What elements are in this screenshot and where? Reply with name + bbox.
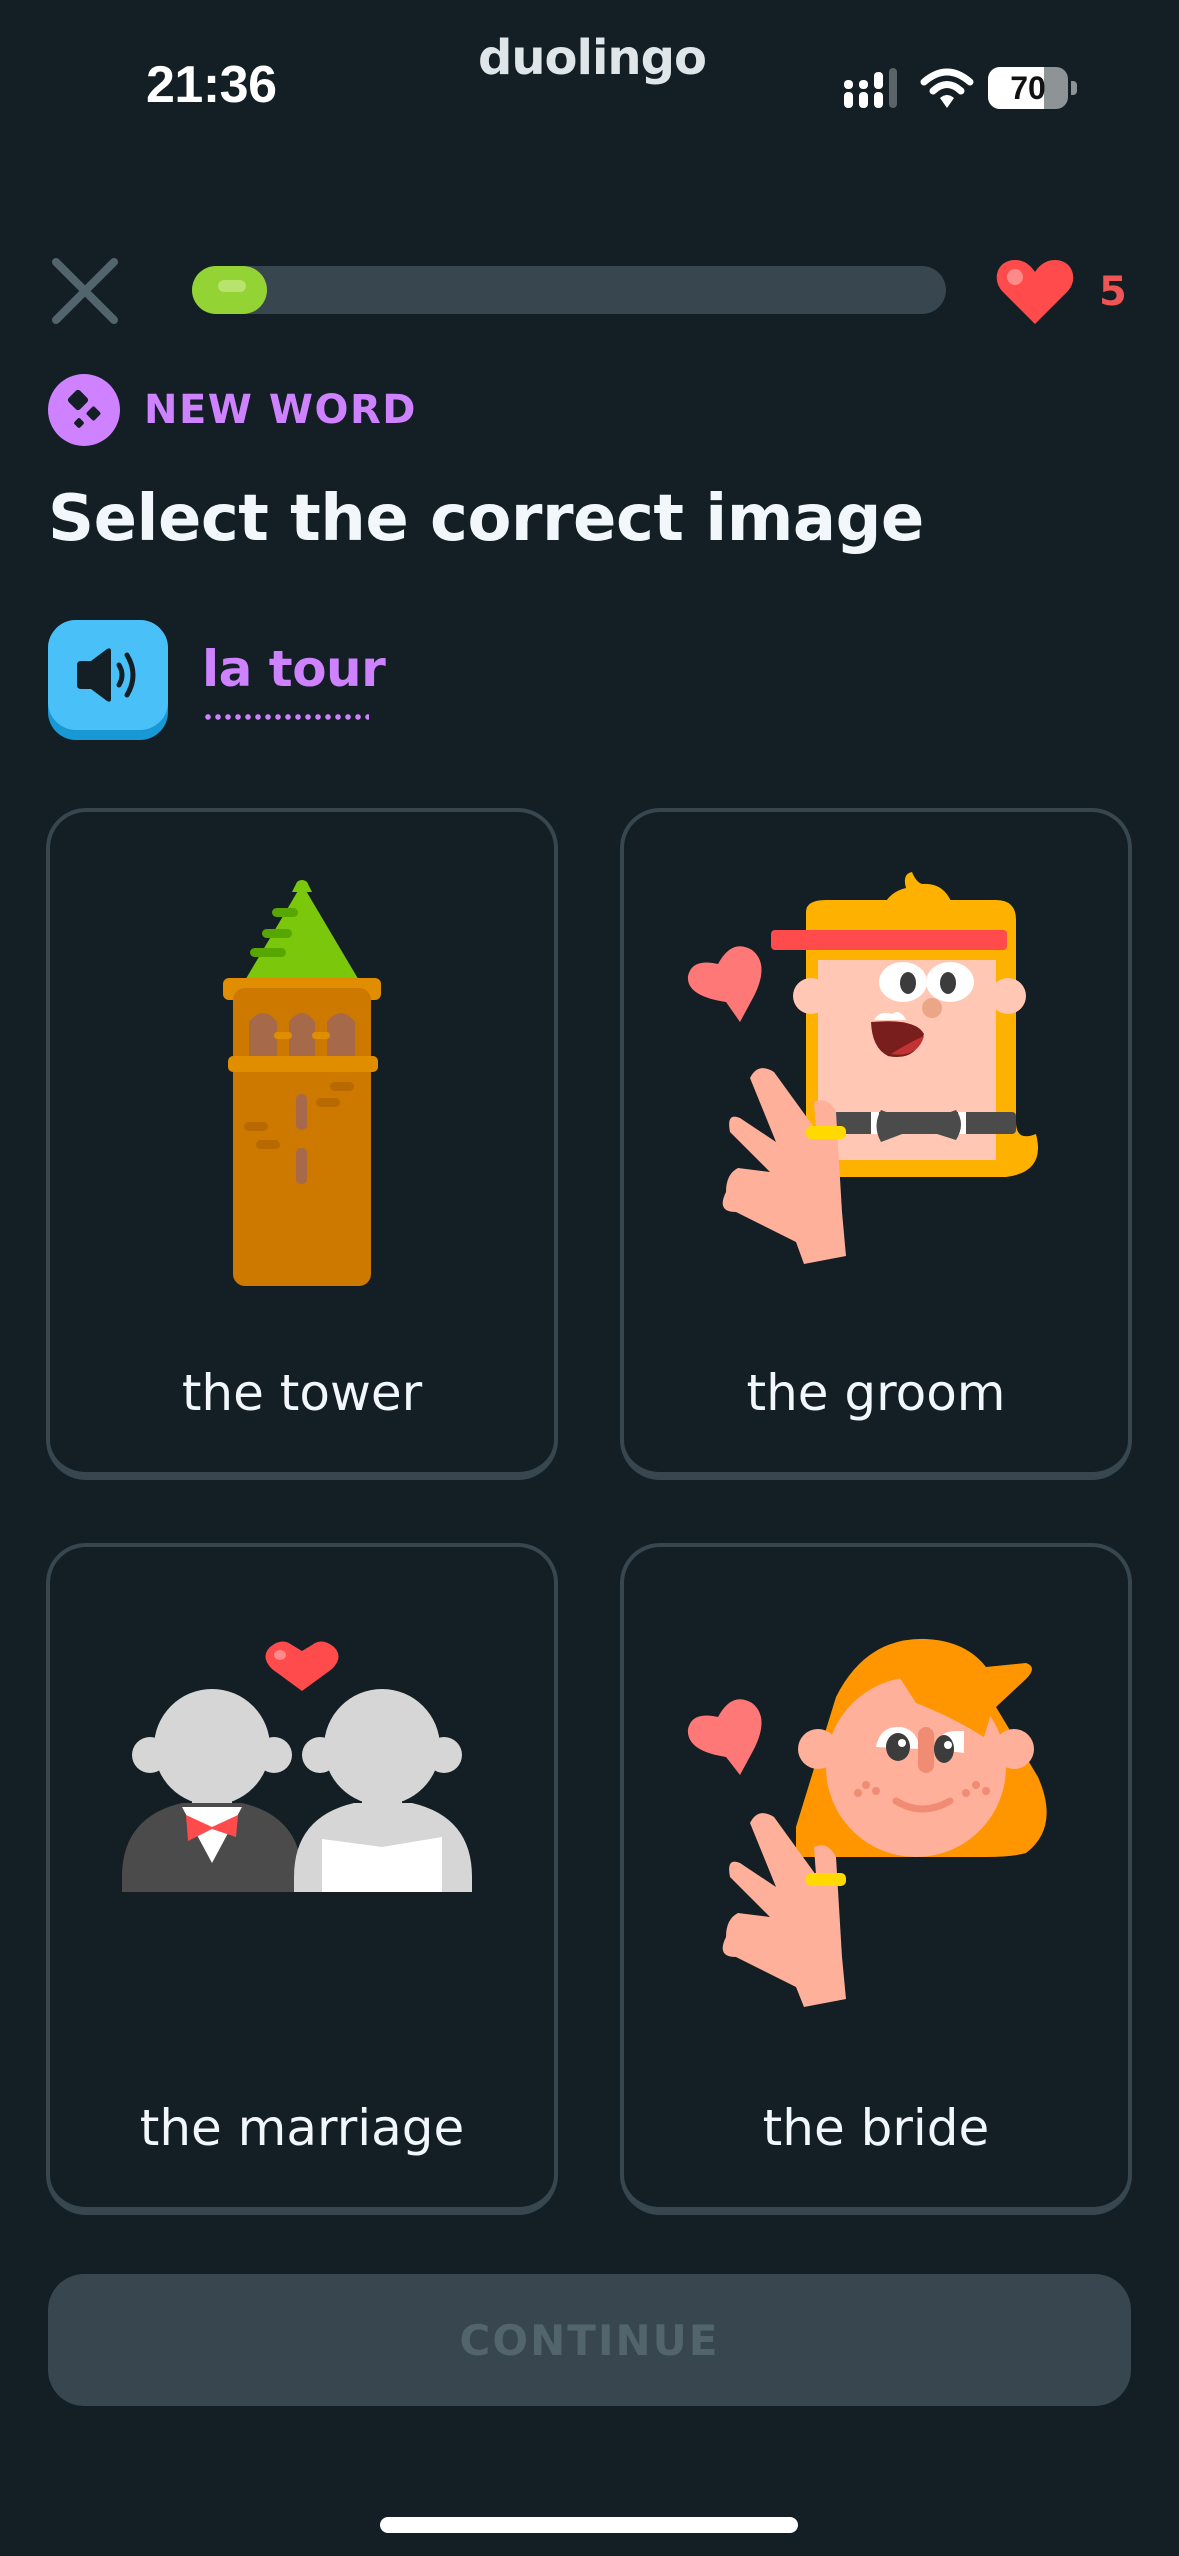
- play-audio-button[interactable]: [48, 620, 168, 740]
- battery-level: 70: [1010, 70, 1046, 106]
- choice-label: the tower: [181, 1364, 423, 1422]
- status-icons: 70: [842, 66, 1077, 110]
- progress-shine: [218, 280, 246, 292]
- choice-card-bride[interactable]: the bride: [620, 1543, 1132, 2215]
- marriage-illustration: [122, 1641, 472, 1892]
- close-button[interactable]: [46, 252, 124, 330]
- lesson-progress-bar: [192, 266, 946, 314]
- new-word-icon: [48, 374, 120, 446]
- status-time: 21:36: [146, 56, 277, 114]
- progress-fill: [192, 266, 268, 314]
- target-word[interactable]: la tour: [202, 640, 386, 698]
- choice-label: the marriage: [139, 2099, 465, 2157]
- bride-illustration: [687, 1638, 1047, 2007]
- close-icon: [52, 258, 118, 324]
- battery-icon: 70: [988, 67, 1068, 109]
- choice-label: the bride: [762, 2099, 990, 2157]
- choice-label: the groom: [746, 1364, 1006, 1422]
- tower-illustration: [223, 880, 381, 1286]
- home-indicator[interactable]: [380, 2517, 798, 2533]
- heart-icon: [996, 260, 1074, 324]
- cellular-signal-icon: [844, 68, 897, 108]
- word-hint-underline: [203, 714, 369, 720]
- app-label: duolingo: [478, 30, 707, 86]
- groom-illustration: [687, 872, 1038, 1264]
- wifi-icon: [920, 68, 974, 108]
- speaker-icon: [77, 648, 136, 702]
- new-word-label: NEW WORD: [144, 387, 417, 433]
- hearts-count: 5: [1099, 269, 1127, 315]
- hearts-counter[interactable]: 5: [995, 258, 1127, 326]
- battery-nub: [1071, 81, 1077, 95]
- new-word-badge: NEW WORD: [48, 374, 417, 446]
- exercise-title: Select the correct image: [48, 482, 924, 556]
- choice-card-marriage[interactable]: the marriage: [46, 1543, 558, 2215]
- continue-button[interactable]: CONTINUE: [48, 2274, 1131, 2406]
- choice-card-tower[interactable]: the tower: [46, 808, 558, 1480]
- choice-card-groom[interactable]: the groom: [620, 808, 1132, 1480]
